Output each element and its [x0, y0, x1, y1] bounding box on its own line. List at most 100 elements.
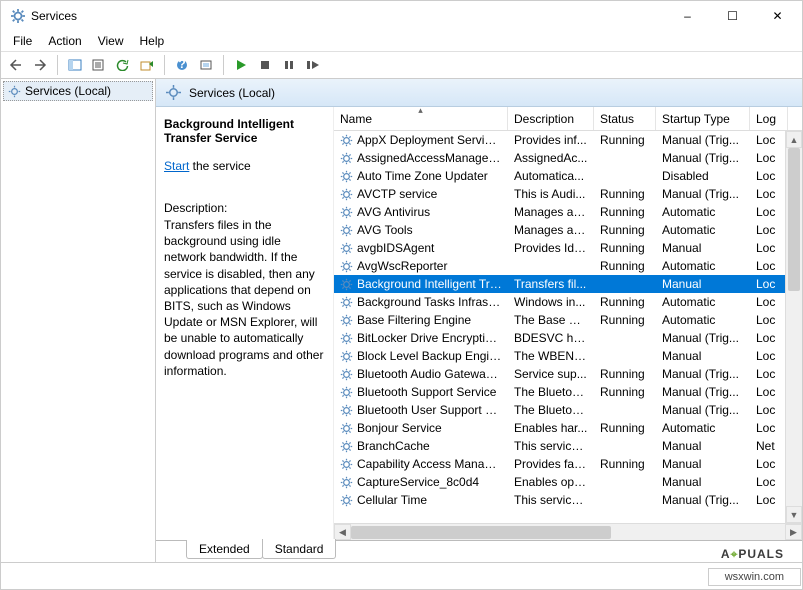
gear-icon	[340, 458, 353, 471]
service-row[interactable]: BranchCacheThis service ...ManualNet	[334, 437, 802, 455]
service-row[interactable]: CaptureService_8c0d4Enables opti...Manua…	[334, 473, 802, 491]
service-startup-type: Manual	[656, 439, 750, 453]
tab-standard[interactable]: Standard	[262, 539, 337, 559]
service-row[interactable]: Bonjour Service Enables har...RunningAuto…	[334, 419, 802, 437]
menu-action[interactable]: Action	[40, 32, 89, 50]
gear-icon	[340, 494, 353, 507]
service-row[interactable]: Block Level Backup Engine ...The WBENG..…	[334, 347, 802, 365]
menu-help[interactable]: Help	[132, 32, 173, 50]
service-description: AssignedAc...	[508, 151, 594, 165]
service-row[interactable]: AssignedAccessManager Se...AssignedAc...…	[334, 149, 802, 167]
action-button[interactable]	[195, 54, 217, 76]
column-status[interactable]: Status	[594, 107, 656, 130]
scroll-down-icon[interactable]: ▼	[786, 506, 802, 523]
export-button[interactable]	[136, 54, 158, 76]
gear-icon	[340, 440, 353, 453]
service-row[interactable]: BitLocker Drive Encryption ...BDESVC hos…	[334, 329, 802, 347]
gear-icon	[340, 242, 353, 255]
start-service-button[interactable]	[230, 54, 252, 76]
gear-icon	[340, 350, 353, 363]
help-button[interactable]: ?	[171, 54, 193, 76]
pause-service-button[interactable]	[278, 54, 300, 76]
service-description: Service sup...	[508, 367, 594, 381]
gear-icon	[340, 152, 353, 165]
service-logon: Loc	[750, 151, 788, 165]
start-service-link[interactable]: Start	[164, 159, 189, 173]
view-tabs: Extended Standard	[156, 540, 802, 562]
service-name: CaptureService_8c0d4	[357, 475, 502, 489]
refresh-button[interactable]	[112, 54, 134, 76]
service-row[interactable]: Base Filtering EngineThe Base Fil...Runn…	[334, 311, 802, 329]
tab-extended[interactable]: Extended	[186, 540, 263, 559]
service-row[interactable]: Auto Time Zone UpdaterAutomatica...Disab…	[334, 167, 802, 185]
minimize-button[interactable]: –	[665, 2, 710, 30]
service-row[interactable]: Cellular TimeThis service ...Manual (Tri…	[334, 491, 802, 509]
service-status: Running	[594, 223, 656, 237]
service-row[interactable]: Bluetooth Support ServiceThe Bluetoo...R…	[334, 383, 802, 401]
content-header: Services (Local)	[156, 79, 802, 107]
service-startup-type: Automatic	[656, 259, 750, 273]
service-row[interactable]: AvgWscReporterRunningAutomaticLoc	[334, 257, 802, 275]
service-logon: Loc	[750, 295, 788, 309]
menu-file[interactable]: File	[5, 32, 40, 50]
tree-node-services-local[interactable]: Services (Local)	[3, 81, 153, 101]
tree-pane: Services (Local)	[1, 79, 156, 562]
gear-icon	[340, 188, 353, 201]
selected-service-name: Background Intelligent Transfer Service	[164, 117, 325, 145]
column-description[interactable]: Description	[508, 107, 594, 130]
service-row[interactable]: AVCTP serviceThis is Audi...RunningManua…	[334, 185, 802, 203]
description-text: Transfers files in the background using …	[164, 217, 325, 379]
show-hide-tree-button[interactable]	[64, 54, 86, 76]
service-row[interactable]: AVG ToolsManages an...RunningAutomaticLo…	[334, 221, 802, 239]
service-row[interactable]: avgbIDSAgentProvides Ide...RunningManual…	[334, 239, 802, 257]
service-startup-type: Automatic	[656, 421, 750, 435]
scroll-left-icon[interactable]: ◀	[334, 524, 351, 540]
service-row[interactable]: Background Tasks Infrastruc...Windows in…	[334, 293, 802, 311]
service-status: Running	[594, 259, 656, 273]
service-status: Running	[594, 187, 656, 201]
scroll-thumb[interactable]	[788, 148, 800, 291]
scroll-up-icon[interactable]: ▲	[786, 131, 802, 148]
back-button[interactable]	[5, 54, 27, 76]
service-name: Bonjour Service	[357, 421, 502, 435]
service-logon: Loc	[750, 187, 788, 201]
service-logon: Loc	[750, 313, 788, 327]
service-description: Transfers fil...	[508, 277, 594, 291]
column-name[interactable]: Name▴	[334, 107, 508, 130]
service-description: The Bluetoo...	[508, 403, 594, 417]
service-description: Enables har...	[508, 421, 594, 435]
properties-button[interactable]	[88, 54, 110, 76]
svg-text:?: ?	[178, 59, 185, 71]
scroll-thumb[interactable]	[351, 526, 611, 539]
maximize-button[interactable]: ☐	[710, 2, 755, 30]
column-logon[interactable]: Log	[750, 107, 788, 130]
service-name: AppX Deployment Service (...	[357, 133, 502, 147]
scroll-right-icon[interactable]: ▶	[785, 524, 802, 540]
gear-icon	[340, 224, 353, 237]
service-row[interactable]: Bluetooth Audio Gateway S...Service sup.…	[334, 365, 802, 383]
close-button[interactable]: ✕	[755, 2, 800, 30]
menubar: File Action View Help	[1, 31, 802, 51]
gear-icon	[340, 368, 353, 381]
service-startup-type: Automatic	[656, 295, 750, 309]
horizontal-scrollbar[interactable]: ◀ ▶	[334, 523, 802, 540]
gear-icon	[340, 296, 353, 309]
service-logon: Net	[750, 439, 788, 453]
service-row[interactable]: Bluetooth User Support Ser...The Bluetoo…	[334, 401, 802, 419]
stop-service-button[interactable]	[254, 54, 276, 76]
service-row[interactable]: Capability Access Manager ...Provides fa…	[334, 455, 802, 473]
forward-button[interactable]	[29, 54, 51, 76]
content-header-title: Services (Local)	[189, 86, 275, 100]
service-name: AVG Tools	[357, 223, 502, 237]
service-status: Running	[594, 421, 656, 435]
service-row[interactable]: AppX Deployment Service (...Provides inf…	[334, 131, 802, 149]
service-row[interactable]: AVG AntivirusManages an...RunningAutomat…	[334, 203, 802, 221]
service-description: The Bluetoo...	[508, 385, 594, 399]
column-startup-type[interactable]: Startup Type	[656, 107, 750, 130]
restart-service-button[interactable]	[302, 54, 324, 76]
service-status: Running	[594, 457, 656, 471]
menu-view[interactable]: View	[90, 32, 132, 50]
vertical-scrollbar[interactable]: ▲ ▼	[785, 131, 802, 523]
service-row[interactable]: Background Intelligent Tran...Transfers …	[334, 275, 802, 293]
service-logon: Loc	[750, 205, 788, 219]
